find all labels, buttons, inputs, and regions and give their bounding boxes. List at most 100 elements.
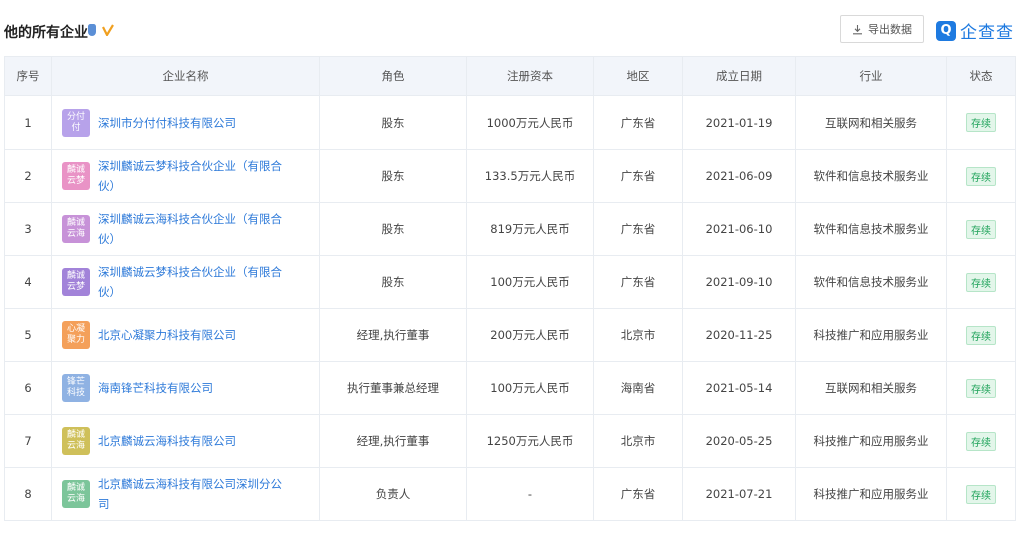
capital-cell: - xyxy=(466,467,594,521)
company-name-link[interactable]: 北京麟诚云海科技有限公司 xyxy=(98,431,288,451)
capital-cell: 133.5万元人民币 xyxy=(466,149,594,203)
role-cell: 经理,执行董事 xyxy=(319,414,467,468)
export-data-button[interactable]: 导出数据 xyxy=(840,15,924,43)
company-logo-badge: 麟诚云梦 xyxy=(62,162,90,190)
role-cell: 经理,执行董事 xyxy=(319,308,467,362)
col-header-index: 序号 xyxy=(4,56,52,96)
table-row: 4 麟诚云梦 深圳麟诚云梦科技合伙企业（有限合伙） 股东 100万元人民币 广东省 2021… xyxy=(4,255,1016,309)
company-logo-badge: 心凝聚力 xyxy=(62,321,90,349)
capital-cell: 819万元人民币 xyxy=(466,202,594,256)
role-cell: 股东 xyxy=(319,149,467,203)
date-cell: 2021-01-19 xyxy=(682,95,796,150)
date-cell: 2021-09-10 xyxy=(682,255,796,309)
col-header-name: 企业名称 xyxy=(51,56,320,96)
table-row: 1 分付付 深圳市分付付科技有限公司 股东 1000万元人民币 广东省 2021-01-19… xyxy=(4,95,1016,150)
status-cell: 存续 xyxy=(946,95,1016,150)
row-index: 6 xyxy=(4,361,52,415)
status-badge: 存续 xyxy=(966,484,996,504)
status-badge: 存续 xyxy=(966,325,996,345)
col-header-date: 成立日期 xyxy=(682,56,796,96)
capital-cell: 100万元人民币 xyxy=(466,255,594,309)
region-cell: 海南省 xyxy=(593,361,683,415)
region-cell: 北京市 xyxy=(593,414,683,468)
table-row: 6 锋芒科技 海南锋芒科技有限公司 执行董事兼总经理 100万元人民币 海南省 2021-0… xyxy=(4,361,1016,415)
date-cell: 2021-06-09 xyxy=(682,149,796,203)
status-cell: 存续 xyxy=(946,202,1016,256)
qcc-logo: Q 企查查 xyxy=(936,18,1014,43)
status-badge: 存续 xyxy=(966,113,996,132)
status-badge: 存续 xyxy=(966,431,996,451)
industry-cell: 软件和信息技术服务业 xyxy=(795,255,947,309)
date-cell: 2020-11-25 xyxy=(682,308,796,362)
row-index: 7 xyxy=(4,414,52,468)
row-index: 3 xyxy=(4,202,52,256)
table-row: 3 麟诚云海 深圳麟诚云海科技合伙企业（有限合伙） 股东 819万元人民币 广东省 2021… xyxy=(4,202,1016,256)
industry-cell: 互联网和相关服务 xyxy=(795,361,947,415)
col-header-status: 状态 xyxy=(946,56,1016,96)
company-name-link[interactable]: 海南锋芒科技有限公司 xyxy=(98,378,288,398)
company-cell: 锋芒科技 海南锋芒科技有限公司 xyxy=(51,361,320,415)
company-logo-badge: 分付付 xyxy=(62,108,90,137)
role-cell: 股东 xyxy=(319,95,467,150)
status-badge: 存续 xyxy=(966,378,996,398)
industry-cell: 科技推广和应用服务业 xyxy=(795,467,947,521)
status-cell: 存续 xyxy=(946,414,1016,468)
status-badge: 存续 xyxy=(966,166,996,186)
company-name-link[interactable]: 深圳麟诚云梦科技合伙企业（有限合伙） xyxy=(98,262,288,302)
company-logo-badge: 麟诚云海 xyxy=(62,215,90,243)
status-cell: 存续 xyxy=(946,308,1016,362)
status-badge: 存续 xyxy=(966,272,996,292)
row-index: 1 xyxy=(4,95,52,150)
capital-cell: 1250万元人民币 xyxy=(466,414,594,468)
row-index: 4 xyxy=(4,255,52,309)
date-cell: 2021-05-14 xyxy=(682,361,796,415)
region-cell: 广东省 xyxy=(593,255,683,309)
company-name-link[interactable]: 深圳麟诚云海科技合伙企业（有限合伙） xyxy=(98,209,288,249)
company-logo-badge: 锋芒科技 xyxy=(62,374,90,402)
role-cell: 股东 xyxy=(319,255,467,309)
region-cell: 广东省 xyxy=(593,202,683,256)
export-data-label: 导出数据 xyxy=(868,23,912,36)
row-index: 8 xyxy=(4,467,52,521)
date-cell: 2021-07-21 xyxy=(682,467,796,521)
company-name-link[interactable]: 深圳麟诚云梦科技合伙企业（有限合伙） xyxy=(98,156,288,196)
company-cell: 分付付 深圳市分付付科技有限公司 xyxy=(51,95,320,150)
table-row: 8 麟诚云海 北京麟诚云海科技有限公司深圳分公司 负责人 - 广东省 2021-07-21 科… xyxy=(4,467,1016,521)
table-header-row: 序号 企业名称 角色 注册资本 地区 成立日期 行业 状态 xyxy=(4,56,1016,96)
role-cell: 股东 xyxy=(319,202,467,256)
company-name-link[interactable]: 北京麟诚云海科技有限公司深圳分公司 xyxy=(98,474,288,514)
status-cell: 存续 xyxy=(946,255,1016,309)
date-cell: 2020-05-25 xyxy=(682,414,796,468)
title-icons xyxy=(88,24,114,36)
download-icon xyxy=(853,24,862,34)
col-header-industry: 行业 xyxy=(795,56,947,96)
status-cell: 存续 xyxy=(946,149,1016,203)
region-cell: 广东省 xyxy=(593,149,683,203)
company-logo-badge: 麟诚云海 xyxy=(62,427,90,455)
company-cell: 心凝聚力 北京心凝聚力科技有限公司 xyxy=(51,308,320,362)
company-cell: 麟诚云梦 深圳麟诚云梦科技合伙企业（有限合伙） xyxy=(51,255,320,309)
col-header-region: 地区 xyxy=(593,56,683,96)
enterprise-table: 序号 企业名称 角色 注册资本 地区 成立日期 行业 状态 1 分付付 深圳市分付付… xyxy=(4,56,1016,521)
company-logo-badge: 麟诚云梦 xyxy=(62,268,90,296)
page-title: 他的所有企业 xyxy=(4,25,88,41)
industry-cell: 科技推广和应用服务业 xyxy=(795,414,947,468)
status-badge: 存续 xyxy=(966,219,996,239)
industry-cell: 科技推广和应用服务业 xyxy=(795,308,947,362)
qcc-logo-icon: Q xyxy=(936,20,956,41)
row-index: 5 xyxy=(4,308,52,362)
region-cell: 北京市 xyxy=(593,308,683,362)
company-name-link[interactable]: 深圳市分付付科技有限公司 xyxy=(98,113,288,133)
role-cell: 执行董事兼总经理 xyxy=(319,361,467,415)
region-cell: 广东省 xyxy=(593,95,683,150)
capital-cell: 200万元人民币 xyxy=(466,308,594,362)
table-row: 5 心凝聚力 北京心凝聚力科技有限公司 经理,执行董事 200万元人民币 北京市 2020-… xyxy=(4,308,1016,362)
company-name-link[interactable]: 北京心凝聚力科技有限公司 xyxy=(98,325,288,345)
qcc-logo-text: 企查查 xyxy=(960,23,1014,43)
status-cell: 存续 xyxy=(946,361,1016,415)
company-cell: 麟诚云海 深圳麟诚云海科技合伙企业（有限合伙） xyxy=(51,202,320,256)
status-cell: 存续 xyxy=(946,467,1016,521)
industry-cell: 软件和信息技术服务业 xyxy=(795,202,947,256)
col-header-capital: 注册资本 xyxy=(466,56,594,96)
table-body: 1 分付付 深圳市分付付科技有限公司 股东 1000万元人民币 广东省 2021-01-19… xyxy=(4,95,1016,521)
